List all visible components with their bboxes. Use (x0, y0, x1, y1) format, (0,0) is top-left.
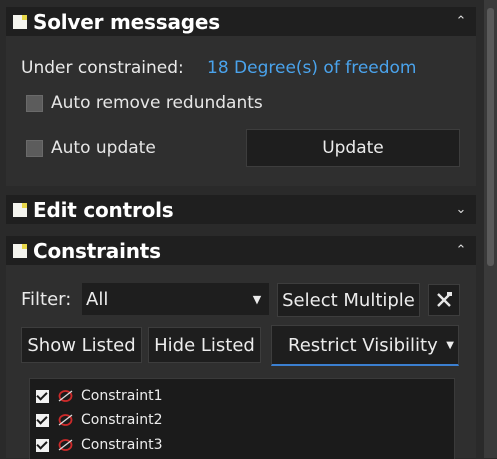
filter-dropdown[interactable]: All ▼ (82, 283, 269, 315)
chevron-up-icon[interactable]: ⌃ (450, 14, 472, 29)
degrees-of-freedom-link[interactable]: 18 Degree(s) of freedom (207, 58, 417, 78)
solver-messages-header[interactable]: Solver messages ⌃ (6, 7, 476, 36)
edit-controls-header[interactable]: Edit controls ⌄ (6, 195, 476, 224)
checkbox[interactable] (26, 139, 43, 157)
chevron-up-icon[interactable]: ⌃ (450, 243, 472, 258)
list-item[interactable]: Constraint3 (36, 434, 163, 456)
task-panel: Solver messages ⌃ Under constrained: 18 … (0, 0, 484, 459)
checkbox[interactable] (36, 389, 49, 403)
item-label: Constraint2 (81, 412, 163, 428)
scrollbar-thumb[interactable] (487, 8, 494, 266)
constraints-list[interactable]: Constraint1 Constraint2 Constraint3 (29, 378, 455, 459)
button-label: Restrict Visibility (288, 334, 438, 356)
filter-value: All (86, 288, 109, 310)
auto-update-checkbox[interactable]: Auto update (26, 138, 156, 158)
section-title: Solver messages (33, 9, 220, 34)
update-button[interactable]: Update (246, 129, 460, 167)
auto-remove-redundants-checkbox[interactable]: Auto remove redundants (26, 93, 263, 113)
item-label: Constraint1 (81, 388, 163, 404)
section-title: Edit controls (33, 197, 174, 222)
list-item[interactable]: Constraint2 (36, 409, 163, 431)
chevron-down-icon[interactable]: ⌄ (450, 202, 472, 217)
list-item[interactable]: Constraint1 (36, 385, 163, 407)
tools-button[interactable] (428, 284, 460, 316)
chevron-down-icon[interactable]: ▼ (446, 340, 454, 351)
tools-icon (437, 292, 452, 307)
show-listed-button[interactable]: Show Listed (21, 327, 142, 363)
panel-icon (13, 243, 27, 258)
chevron-down-icon[interactable]: ▼ (245, 293, 269, 306)
filter-label: Filter: (21, 289, 72, 310)
checkbox[interactable] (26, 94, 43, 112)
checkbox[interactable] (36, 438, 49, 452)
checkbox-label: Auto update (51, 138, 156, 158)
item-label: Constraint3 (81, 437, 163, 453)
panel-icon (13, 14, 27, 29)
solver-status-label: Under constrained: (21, 58, 184, 78)
constraint-icon (58, 439, 73, 451)
constraints-header[interactable]: Constraints ⌃ (6, 236, 476, 265)
checkbox[interactable] (36, 413, 49, 427)
constraint-icon (58, 414, 73, 426)
panel-icon (13, 202, 27, 217)
vertical-scrollbar[interactable] (484, 0, 497, 458)
hide-listed-button[interactable]: Hide Listed (148, 327, 261, 363)
constraint-icon (58, 390, 73, 402)
section-title: Constraints (33, 238, 161, 263)
checkbox-label: Auto remove redundants (51, 93, 263, 113)
select-multiple-button[interactable]: Select Multiple (277, 283, 420, 317)
restrict-visibility-button[interactable]: Restrict Visibility ▼ (271, 325, 459, 366)
